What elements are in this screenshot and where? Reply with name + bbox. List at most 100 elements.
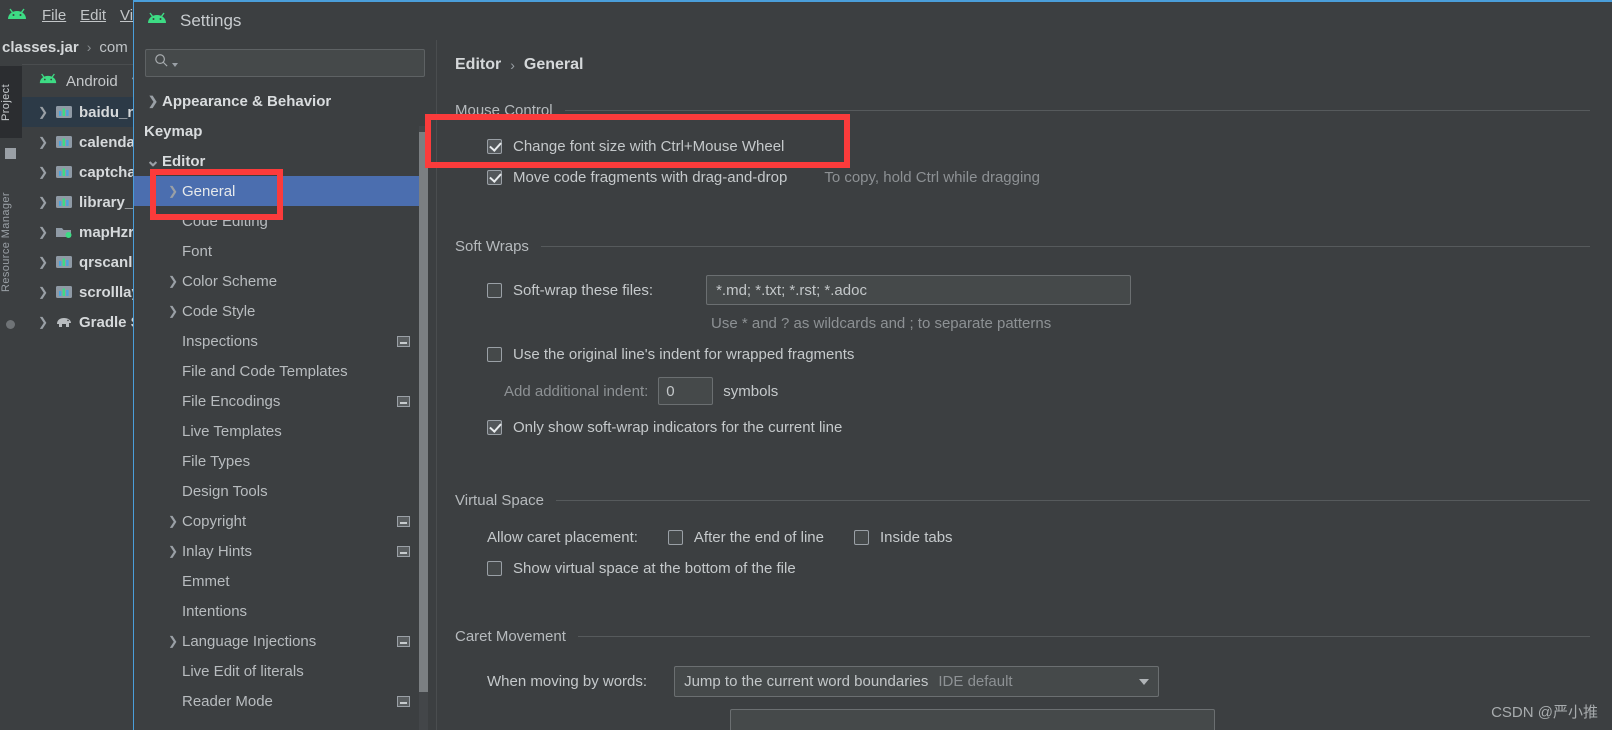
nav-item-general[interactable]: ❯General [134,176,426,206]
option-move-code-fragments[interactable]: Move code fragments with drag-and-drop T… [455,169,1590,186]
chevron-right-icon[interactable]: ❯ [38,255,48,269]
checkbox-change-font-size[interactable] [487,139,502,154]
label-when-moving-by-words: When moving by words: [487,673,647,690]
nav-item-color-scheme[interactable]: ❯Color Scheme [134,266,426,296]
chevron-down-icon[interactable]: ⌄ [144,151,162,171]
option-original-indent[interactable]: Use the original line's indent for wrapp… [455,346,1590,363]
chevron-right-icon[interactable]: ❯ [164,634,182,648]
nav-item-label: File Encodings [182,393,280,410]
tool-tab-resource-manager[interactable]: Resource Manager [0,172,22,312]
soft-wrap-files-input[interactable]: *.md; *.txt; *.rst; *.adoc [706,275,1131,305]
option-show-virtual-space[interactable]: Show virtual space at the bottom of the … [455,560,1590,577]
breadcrumb-item-1[interactable]: com [99,39,127,56]
nav-item-live-edit-of-literals[interactable]: Live Edit of literals [134,656,426,686]
pane-breadcrumb-separator-icon: › [510,57,515,73]
nav-item-label: Inlay Hints [182,543,252,560]
section-header-caret-movement: Caret Movement [455,628,1590,645]
chevron-right-icon[interactable]: ❯ [164,274,182,288]
row-allow-caret-placement: Allow caret placement: After the end of … [455,529,1590,546]
checkbox-after-end-of-line[interactable] [668,530,683,545]
nav-item-inlay-hints[interactable]: ❯Inlay Hints [134,536,426,566]
chevron-right-icon[interactable]: ❯ [164,514,182,528]
nav-item-label: Live Templates [182,423,282,440]
option-soft-wrap-files[interactable]: Soft-wrap these files: *.md; *.txt; *.rs… [455,275,1590,305]
label-additional-indent: Add additional indent: [504,383,648,400]
checkbox-original-indent[interactable] [487,347,502,362]
hint-move-code-fragments: To copy, hold Ctrl while dragging [824,169,1040,186]
chevron-right-icon[interactable]: ❯ [38,225,48,239]
dialog-title: Settings [180,11,241,31]
menu-edit[interactable]: Edit [80,7,106,24]
chevron-right-icon[interactable]: ❯ [38,195,48,209]
menu-file[interactable]: File [42,7,66,24]
project-tree-row-label: mapHzr [79,224,134,241]
label-show-virtual-space: Show virtual space at the bottom of the … [513,560,796,577]
additional-indent-input[interactable]: 0 [658,377,713,405]
chevron-down-icon[interactable] [1139,679,1149,685]
nav-item-live-templates[interactable]: Live Templates [134,416,426,446]
android-module-icon [55,135,72,150]
tool-window-tab-strip: Project Resource Manager [0,64,22,730]
dialog-title-bar: Settings [134,2,1612,40]
menu-edit-label: Edit [80,7,106,24]
nav-item-intentions[interactable]: Intentions [134,596,426,626]
nav-item-file-and-code-templates[interactable]: File and Code Templates [134,356,426,386]
project-scope-badge-icon [397,396,410,407]
nav-item-label: File and Code Templates [182,363,348,380]
chevron-right-icon[interactable]: ❯ [164,184,182,198]
nav-item-code-editing[interactable]: Code Editing [134,206,426,236]
nav-item-inspections[interactable]: Inspections [134,326,426,356]
checkbox-show-virtual-space[interactable] [487,561,502,576]
nav-item-reader-mode[interactable]: Reader Mode [134,686,426,716]
nav-item-file-encodings[interactable]: File Encodings [134,386,426,416]
chevron-right-icon[interactable]: ❯ [144,94,162,108]
tool-tab-dot-icon [6,320,15,329]
section-title-mouse-control: Mouse Control [455,102,553,119]
chevron-right-icon[interactable]: ❯ [38,315,48,329]
project-tree-row-label: qrscanlil [79,254,141,271]
nav-item-copyright[interactable]: ❯Copyright [134,506,426,536]
nav-item-appearance-behavior[interactable]: ❯Appearance & Behavior [134,86,426,116]
nav-item-keymap[interactable]: Keymap [134,116,426,146]
chevron-right-icon[interactable]: ❯ [38,135,48,149]
tool-tab-project[interactable]: Project [0,66,22,138]
android-logo-icon-title [146,12,168,31]
nav-item-font[interactable]: Font [134,236,426,266]
watermark: CSDN @严小推 [1491,701,1598,722]
nav-scrollbar-track[interactable] [419,126,428,730]
menu-file-label: File [42,7,66,24]
android-logo-icon [6,8,28,22]
section-divider [541,246,1590,247]
checkbox-move-code-fragments[interactable] [487,170,502,185]
combo-suffix-when-moving: IDE default [938,673,1012,690]
settings-pane: Editor › General Mouse Control Change fo… [437,40,1612,730]
option-change-font-size[interactable]: Change font size with Ctrl+Mouse Wheel [455,138,1590,155]
search-box[interactable] [145,49,425,77]
chevron-right-icon[interactable]: ❯ [38,285,48,299]
breadcrumb-item-0[interactable]: classes.jar [2,39,79,56]
checkbox-inside-tabs[interactable] [854,530,869,545]
nav-scrollbar-thumb[interactable] [419,132,428,692]
breadcrumb-separator-icon: › [87,39,92,55]
search-input[interactable] [181,54,424,72]
search-options-chevron-icon[interactable] [172,63,178,67]
chevron-right-icon[interactable]: ❯ [38,165,48,179]
nav-item-editor[interactable]: ⌄Editor [134,146,426,176]
nav-item-language-injections[interactable]: ❯Language Injections [134,626,426,656]
nav-item-file-types[interactable]: File Types [134,446,426,476]
chevron-right-icon[interactable]: ❯ [164,544,182,558]
section-title-caret-movement: Caret Movement [455,628,566,645]
android-module-icon [55,285,72,300]
nav-item-design-tools[interactable]: Design Tools [134,476,426,506]
option-only-show-indicators[interactable]: Only show soft-wrap indicators for the c… [455,419,1590,436]
chevron-right-icon[interactable]: ❯ [164,304,182,318]
checkbox-only-show-indicators[interactable] [487,420,502,435]
nav-item-code-style[interactable]: ❯Code Style [134,296,426,326]
nav-item-emmet[interactable]: Emmet [134,566,426,596]
chevron-right-icon[interactable]: ❯ [38,105,48,119]
combo-secondary[interactable] [730,709,1215,730]
combo-when-moving-by-words[interactable]: Jump to the current word boundaries IDE … [674,666,1159,697]
project-view-label: Android [66,73,118,90]
checkbox-soft-wrap-files[interactable] [487,283,502,298]
android-module-icon [55,195,72,210]
